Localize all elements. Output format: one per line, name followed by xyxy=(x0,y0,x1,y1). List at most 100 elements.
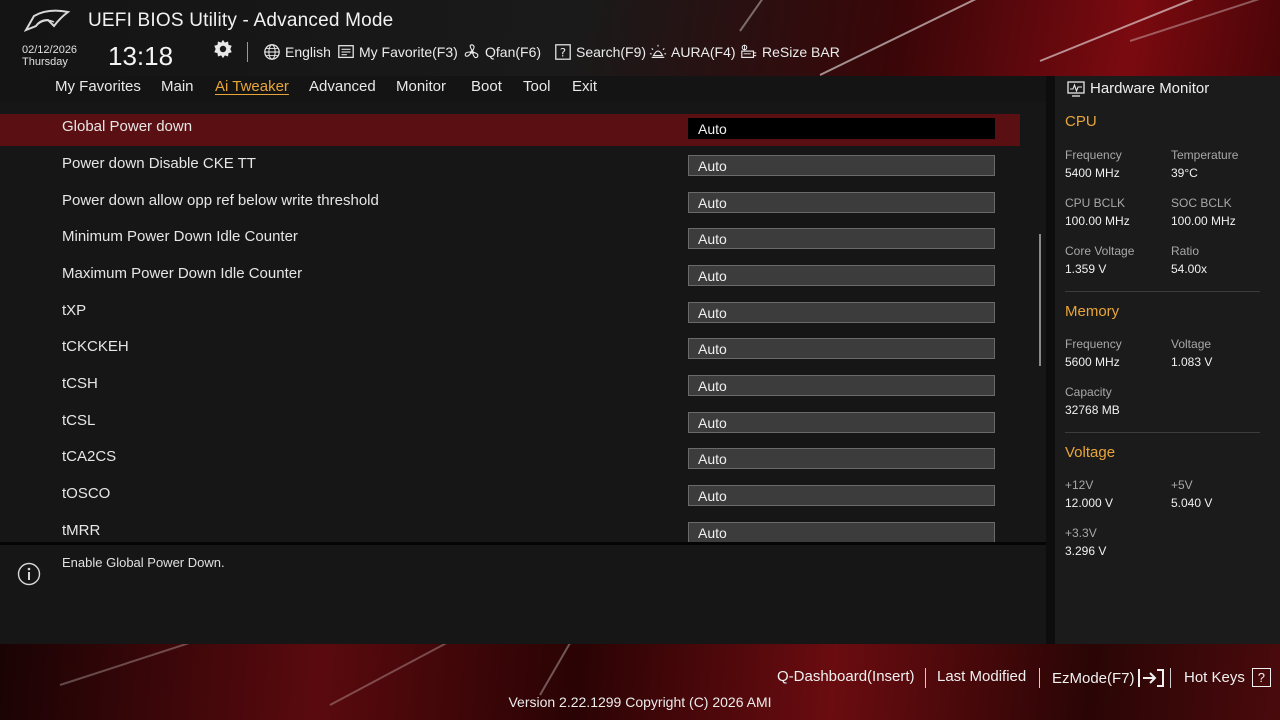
tab-monitor[interactable]: Monitor xyxy=(396,78,446,95)
memory-capacity-label: Capacity xyxy=(1065,385,1112,399)
resize-bar-button[interactable]: ReSize BAR xyxy=(740,43,840,61)
setting-value-dropdown[interactable]: Auto xyxy=(688,265,995,286)
tab-my-favorites[interactable]: My Favorites xyxy=(55,78,141,95)
ratio-value: 54.00x xyxy=(1171,262,1208,276)
setting-value-dropdown[interactable]: Auto xyxy=(688,375,995,396)
setting-row[interactable]: Power down allow opp ref below write thr… xyxy=(0,188,1020,220)
memory-voltage-label: Voltage xyxy=(1171,337,1212,351)
qfan-label: Qfan(F6) xyxy=(485,44,542,60)
hardware-monitor-panel: Hardware Monitor CPU Frequency 5400 MHz … xyxy=(1055,76,1280,644)
decor-streak xyxy=(539,644,571,696)
setting-value-dropdown[interactable]: Auto xyxy=(688,192,995,213)
v12-value: 12.000 V xyxy=(1065,496,1114,510)
setting-value-dropdown[interactable]: Auto xyxy=(688,522,995,542)
my-favorite-button[interactable]: My Favorite(F3) xyxy=(337,43,458,61)
gear-icon[interactable] xyxy=(212,38,234,60)
help-panel: Enable Global Power Down. xyxy=(0,542,1046,644)
help-key-icon: ? xyxy=(1251,668,1271,687)
resize-bar-icon xyxy=(741,44,757,58)
hot-keys-button[interactable]: Hot Keys ? xyxy=(1184,668,1271,687)
setting-value-dropdown[interactable]: Auto xyxy=(688,155,995,176)
setting-label: tXP xyxy=(62,302,87,319)
search-button[interactable]: ? Search(F9) xyxy=(554,43,646,61)
setting-label: Power down Disable CKE TT xyxy=(62,155,256,172)
tab-tool[interactable]: Tool xyxy=(523,78,551,95)
ezmode-exit-icon xyxy=(1137,669,1164,687)
resize-bar-label: ReSize BAR xyxy=(762,44,840,60)
setting-value-dropdown[interactable]: Auto xyxy=(688,118,995,139)
setting-row[interactable]: Maximum Power Down Idle Counter Auto xyxy=(0,261,1020,293)
setting-label: tCKCKEH xyxy=(62,338,129,355)
globe-icon xyxy=(264,44,280,60)
settings-scrollbar[interactable] xyxy=(1039,234,1041,366)
memory-voltage-value: 1.083 V xyxy=(1171,355,1213,369)
soc-bclk-label: SOC BCLK xyxy=(1171,196,1232,210)
setting-value-dropdown[interactable]: Auto xyxy=(688,228,995,249)
favorite-icon xyxy=(338,45,354,59)
date-display: 02/12/2026 Thursday xyxy=(22,44,77,68)
setting-row[interactable]: tXP Auto xyxy=(0,298,1020,330)
section-divider xyxy=(1065,432,1260,433)
qfan-button[interactable]: Qfan(F6) xyxy=(463,43,541,61)
setting-label: tCSL xyxy=(62,412,96,429)
setting-row[interactable]: tCKCKEH Auto xyxy=(0,334,1020,366)
fan-icon xyxy=(464,44,479,59)
aura-button[interactable]: AURA(F4) xyxy=(649,43,736,61)
setting-label: tMRR xyxy=(62,522,101,539)
setting-row[interactable]: tCSH Auto xyxy=(0,371,1020,403)
cpu-temperature-value: 39°C xyxy=(1171,166,1198,180)
decor-streak xyxy=(739,0,776,32)
tab-advanced[interactable]: Advanced xyxy=(309,78,376,95)
setting-value-dropdown[interactable]: Auto xyxy=(688,448,995,469)
q-dashboard-button[interactable]: Q-Dashboard(Insert) xyxy=(777,668,915,685)
core-voltage-value: 1.359 V xyxy=(1065,262,1107,276)
v5-label: +5V xyxy=(1171,478,1193,492)
clock-time[interactable]: 13:18 xyxy=(108,41,173,72)
tab-exit[interactable]: Exit xyxy=(572,78,597,95)
soc-bclk-value: 100.00 MHz xyxy=(1171,214,1236,228)
memory-frequency-label: Frequency xyxy=(1065,337,1122,351)
language-button[interactable]: English xyxy=(263,43,331,61)
footer-bar: Q-Dashboard(Insert) Last Modified EzMode… xyxy=(0,644,1280,720)
ratio-label: Ratio xyxy=(1171,244,1200,258)
footer-divider xyxy=(925,668,926,688)
setting-row[interactable]: tCA2CS Auto xyxy=(0,444,1020,476)
aura-label: AURA(F4) xyxy=(671,44,736,60)
setting-value-dropdown[interactable]: Auto xyxy=(688,338,995,359)
setting-label: Power down allow opp ref below write thr… xyxy=(62,192,379,209)
weekday-text: Thursday xyxy=(22,56,68,68)
setting-row[interactable]: Global Power down Auto xyxy=(0,114,1020,146)
setting-row[interactable]: tOSCO Auto xyxy=(0,481,1020,513)
tab-ai-tweaker[interactable]: Ai Tweaker xyxy=(215,78,289,95)
app-title: UEFI BIOS Utility - Advanced Mode xyxy=(88,10,394,31)
setting-label: tOSCO xyxy=(62,485,111,502)
language-label: English xyxy=(285,44,331,60)
setting-value-dropdown[interactable]: Auto xyxy=(688,485,995,506)
hot-keys-label: Hot Keys xyxy=(1184,669,1245,686)
ezmode-label: EzMode(F7) xyxy=(1052,669,1135,687)
v33-value: 3.296 V xyxy=(1065,544,1107,558)
cpu-frequency-value: 5400 MHz xyxy=(1065,166,1120,180)
memory-capacity-value: 32768 MB xyxy=(1065,403,1120,417)
setting-value-dropdown[interactable]: Auto xyxy=(688,412,995,433)
last-modified-button[interactable]: Last Modified xyxy=(937,668,1026,685)
setting-row[interactable]: tMRR Auto xyxy=(0,518,1020,542)
setting-label: tCA2CS xyxy=(62,448,117,465)
search-label: Search(F9) xyxy=(576,44,647,60)
setting-label: Minimum Power Down Idle Counter xyxy=(62,228,298,245)
svg-text:?: ? xyxy=(560,46,566,60)
settings-list: Global Power down Auto Power down Disabl… xyxy=(0,102,1046,542)
setting-value-dropdown[interactable]: Auto xyxy=(688,302,995,323)
setting-row[interactable]: Power down Disable CKE TT Auto xyxy=(0,151,1020,183)
v33-label: +3.3V xyxy=(1065,526,1097,540)
cpu-bclk-value: 100.00 MHz xyxy=(1065,214,1130,228)
cpu-temperature-label: Temperature xyxy=(1171,148,1239,162)
date-text: 02/12/2026 xyxy=(22,44,78,56)
setting-row[interactable]: tCSL Auto xyxy=(0,408,1020,440)
ezmode-button[interactable]: EzMode(F7) xyxy=(1052,668,1165,688)
setting-row[interactable]: Minimum Power Down Idle Counter Auto xyxy=(0,224,1020,256)
tab-main[interactable]: Main xyxy=(161,78,194,95)
tab-boot[interactable]: Boot xyxy=(471,78,502,95)
aura-icon xyxy=(649,44,667,58)
cpu-heading: CPU xyxy=(1065,113,1097,130)
